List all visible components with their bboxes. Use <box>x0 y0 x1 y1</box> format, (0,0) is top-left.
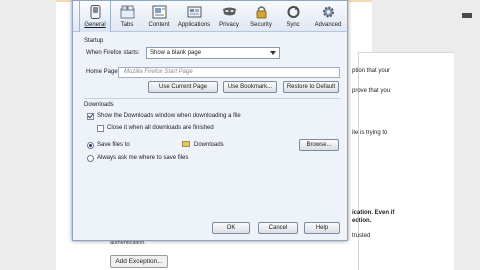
when-firefox-starts-label: When Firefox starts: <box>86 50 140 56</box>
restore-to-default-button[interactable]: Restore to Default <box>283 81 339 93</box>
use-current-page-button[interactable]: Use Current Page <box>148 81 218 93</box>
cancel-button[interactable]: Cancel <box>258 222 298 234</box>
downloads-group-title: Downloads <box>84 102 114 108</box>
browse-button[interactable]: Browse... <box>299 139 339 151</box>
folder-icon <box>182 141 190 147</box>
advanced-gear-icon <box>323 6 334 18</box>
home-page-input[interactable]: Mozilla Firefox Start Page <box>118 67 340 78</box>
when-firefox-starts-select[interactable]: Show a blank page <box>146 47 280 59</box>
tab-label: Content <box>148 22 170 28</box>
home-page-label: Home Page: <box>86 69 120 75</box>
show-downloads-window-checkbox[interactable] <box>87 113 94 120</box>
bg-text-line: ication. Even if <box>352 210 395 216</box>
bg-text-line: ection. <box>352 218 372 224</box>
save-folder-name: Downloads <box>194 142 224 148</box>
help-button[interactable]: Help <box>304 222 340 234</box>
section-divider <box>84 98 340 99</box>
general-switch-icon <box>90 5 101 19</box>
bg-text-line: ption that your <box>352 68 391 74</box>
chevron-down-icon <box>270 51 276 55</box>
corner-mark-icon <box>462 13 472 18</box>
tab-applications[interactable]: Applications <box>175 1 213 32</box>
sync-icon <box>287 6 300 18</box>
startup-group-title: Startup <box>84 38 104 44</box>
privacy-mask-icon <box>223 7 236 16</box>
security-lock-icon <box>256 6 267 19</box>
always-ask-radio[interactable] <box>87 155 94 162</box>
tab-label: Advanced <box>314 22 342 28</box>
tab-label: Applications <box>177 22 211 28</box>
show-downloads-window-label: Show the Downloads window when downloadi… <box>97 113 241 119</box>
tab-label: Security <box>250 22 272 28</box>
background-info-panel <box>358 52 454 270</box>
applications-icon <box>187 6 202 18</box>
tab-security[interactable]: Security <box>245 1 277 32</box>
use-bookmark-button[interactable]: Use Bookmark... <box>223 81 277 93</box>
ok-button[interactable]: OK <box>212 222 250 234</box>
bg-text-line: prove that you <box>352 88 391 94</box>
add-exception-button[interactable]: Add Exception... <box>110 255 168 268</box>
close-when-finished-label: Close it when all downloads are finished <box>107 125 214 131</box>
tab-privacy[interactable]: Privacy <box>213 1 245 32</box>
bg-text-line: ite is trying to <box>352 130 388 136</box>
save-files-to-label: Save files to <box>97 142 130 148</box>
tab-general[interactable]: General <box>79 1 111 32</box>
options-tab-bar: General Tabs Content Applications Privac… <box>73 1 347 32</box>
tabs-icon <box>120 5 135 19</box>
browser-left-margin <box>0 0 56 270</box>
tab-label: General <box>84 22 106 28</box>
save-files-to-radio[interactable] <box>87 142 94 149</box>
tab-label: Privacy <box>219 22 239 28</box>
tab-content[interactable]: Content <box>143 1 175 32</box>
tab-label: Sync <box>286 22 300 28</box>
tab-label: Tabs <box>120 22 134 28</box>
options-dialog: General Tabs Content Applications Privac… <box>72 0 348 241</box>
always-ask-label: Always ask me where to save files <box>97 155 189 161</box>
bg-text-line: trusted <box>352 233 371 239</box>
close-when-finished-checkbox[interactable] <box>97 125 104 132</box>
tab-sync[interactable]: Sync <box>277 1 309 32</box>
content-picture-icon <box>152 5 167 19</box>
tab-tabs[interactable]: Tabs <box>111 1 143 32</box>
select-value: Show a blank page <box>150 50 202 56</box>
tab-advanced[interactable]: Advanced <box>309 1 347 32</box>
